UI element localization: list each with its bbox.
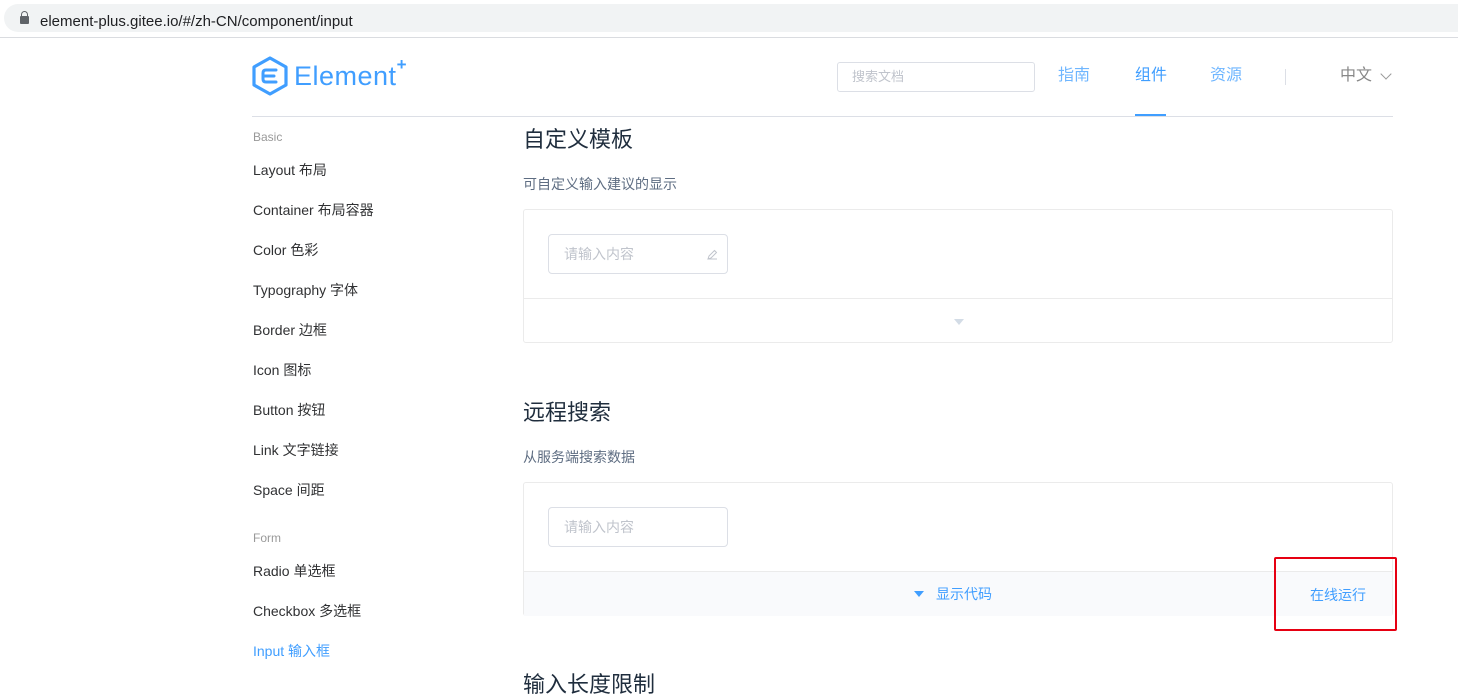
sidebar-item-border[interactable]: Border 边框 [253, 320, 327, 340]
caret-down-icon [914, 591, 924, 597]
nav-guide[interactable]: 指南 [1058, 66, 1090, 86]
caret-down-icon[interactable] [954, 319, 964, 325]
sidebar-item-icon[interactable]: Icon 图标 [253, 360, 311, 380]
highlight-annotation [1274, 557, 1397, 631]
demo-block-remote-search: 请输入内容 显示代码 在线运行 [523, 482, 1393, 616]
input-placeholder: 请输入内容 [564, 246, 634, 262]
address-bar[interactable]: element-plus.gitee.io/#/zh-CN/component/… [4, 4, 1458, 32]
section-desc-remote-search: 从服务端搜索数据 [523, 449, 635, 465]
sidebar-item-container[interactable]: Container 布局容器 [253, 200, 374, 220]
section-title-length-limit: 输入长度限制 [523, 672, 656, 697]
section-desc-custom-template: 可自定义输入建议的显示 [523, 176, 677, 192]
sidebar-item-checkbox[interactable]: Checkbox 多选框 [253, 601, 361, 621]
browser-toolbar: element-plus.gitee.io/#/zh-CN/component/… [0, 0, 1458, 38]
chevron-down-icon[interactable] [1380, 68, 1392, 80]
demo-input-custom-template[interactable]: 请输入内容 [548, 234, 728, 274]
sidebar-item-space[interactable]: Space 间距 [253, 480, 325, 500]
section-title-remote-search: 远程搜索 [523, 400, 612, 425]
demo-divider [524, 298, 1392, 299]
doc-search-input[interactable]: 搜索文档 [837, 62, 1035, 92]
input-placeholder: 请输入内容 [564, 519, 634, 535]
sidebar-group-basic: Basic [253, 130, 283, 144]
nav-components[interactable]: 组件 [1135, 66, 1167, 86]
sidebar-item-link[interactable]: Link 文字链接 [253, 440, 339, 460]
logo-plus: + [396, 55, 407, 74]
section-title-custom-template: 自定义模板 [523, 127, 634, 152]
sidebar-item-radio[interactable]: Radio 单选框 [253, 561, 335, 581]
nav-resources[interactable]: 资源 [1210, 66, 1242, 86]
demo-input-remote-search[interactable]: 请输入内容 [548, 507, 728, 547]
demo-block-custom-template: 请输入内容 [523, 209, 1393, 343]
header-divider [252, 116, 1393, 117]
element-logo-icon [252, 56, 288, 96]
sidebar-item-button[interactable]: Button 按钮 [253, 400, 325, 420]
lock-icon[interactable] [20, 11, 29, 24]
show-code-button[interactable]: 显示代码 [936, 584, 992, 604]
sidebar-item-color[interactable]: Color 色彩 [253, 240, 318, 260]
sidebar-group-form: Form [253, 531, 281, 545]
show-code-bar[interactable]: 显示代码 在线运行 [524, 571, 1392, 616]
sidebar-item-layout[interactable]: Layout 布局 [253, 160, 327, 180]
nav-divider [1285, 69, 1286, 85]
url-text[interactable]: element-plus.gitee.io/#/zh-CN/component/… [40, 13, 353, 31]
language-select[interactable]: 中文 [1340, 66, 1372, 86]
sidebar-item-typography[interactable]: Typography 字体 [253, 280, 358, 300]
logo[interactable]: Element + [252, 55, 407, 97]
sidebar-item-input[interactable]: Input 输入框 [253, 641, 330, 661]
logo-text: Element [294, 60, 397, 91]
edit-icon[interactable] [706, 249, 718, 261]
